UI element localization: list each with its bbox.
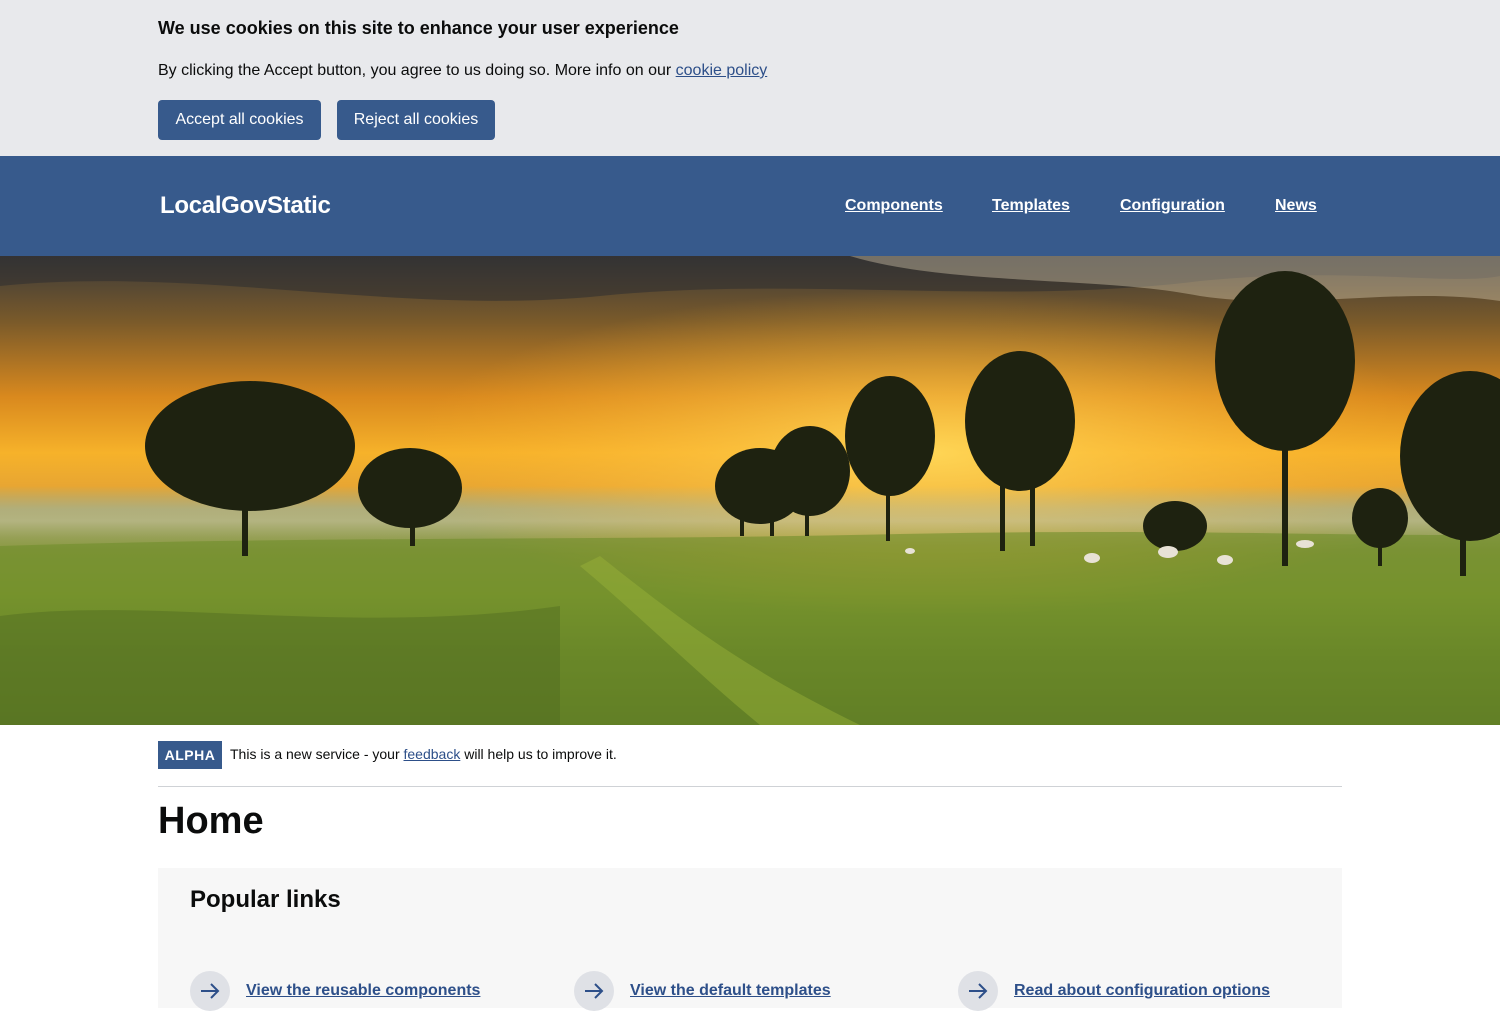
- nav-link-templates[interactable]: Templates: [992, 197, 1070, 215]
- phase-banner: ALPHA This is a new service - your feedb…: [158, 741, 1342, 787]
- cookie-text: By clicking the Accept button, you agree…: [158, 62, 767, 80]
- feedback-link[interactable]: feedback: [404, 746, 461, 762]
- arrow-right-icon: [190, 971, 230, 1011]
- landscape-sunset-image: [0, 256, 1500, 725]
- cookie-heading: We use cookies on this site to enhance y…: [158, 18, 679, 38]
- cookie-text-body: By clicking the Accept button, you agree…: [158, 62, 676, 79]
- nav-link-news[interactable]: News: [1275, 197, 1317, 215]
- popular-link-label[interactable]: View the reusable components: [246, 982, 480, 1000]
- cookie-banner: We use cookies on this site to enhance y…: [0, 0, 1500, 156]
- phase-text: This is a new service - your feedback wi…: [230, 746, 617, 762]
- arrow-right-icon: [958, 971, 998, 1011]
- popular-link-label[interactable]: View the default templates: [630, 982, 831, 1000]
- site-logo[interactable]: LocalGovStatic: [160, 192, 331, 220]
- phase-text-start: This is a new service - your: [230, 746, 404, 762]
- nav-link-configuration[interactable]: Configuration: [1120, 197, 1225, 215]
- phase-text-end: will help us to improve it.: [460, 746, 617, 762]
- popular-link-label[interactable]: Read about configuration options: [1014, 982, 1270, 1000]
- arrow-right-icon: [574, 971, 614, 1011]
- popular-links-section: Popular links View the reusable componen…: [158, 868, 1342, 1011]
- accept-cookies-button[interactable]: Accept all cookies: [158, 100, 321, 140]
- popular-links-title: Popular links: [190, 886, 341, 913]
- hero-image: [0, 256, 1500, 725]
- cookie-policy-link[interactable]: cookie policy: [676, 62, 768, 79]
- reject-cookies-button[interactable]: Reject all cookies: [337, 100, 495, 140]
- nav-link-components[interactable]: Components: [845, 197, 943, 215]
- page-title: Home: [158, 800, 264, 842]
- site-header: LocalGovStatic Components Templates Conf…: [0, 156, 1500, 256]
- phase-tag: ALPHA: [158, 741, 222, 769]
